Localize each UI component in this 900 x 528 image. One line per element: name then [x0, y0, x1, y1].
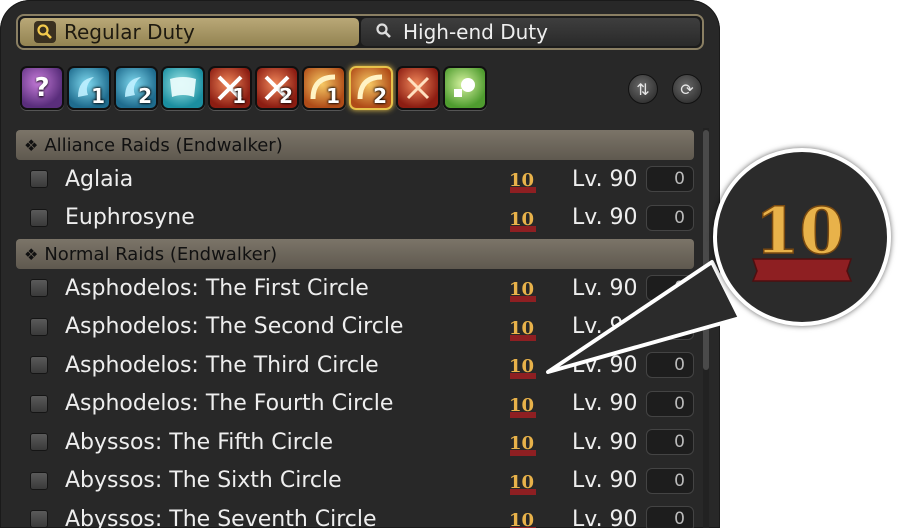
party-count: 0 [646, 352, 694, 379]
special-duty-icon[interactable] [443, 66, 487, 110]
duty-level: Lv. 90 [572, 391, 638, 417]
list-item[interactable]: Asphodelos: The Second Circle 10 Lv. 90 … [16, 308, 694, 347]
tab-high-end-duty[interactable]: High-end Duty [361, 18, 700, 46]
swords-duty-icon[interactable] [396, 66, 440, 110]
party-count: 0 [646, 506, 694, 528]
section-header-alliance-raids[interactable]: ❖ Alliance Raids (Endwalker) [16, 130, 694, 160]
checkbox[interactable] [30, 279, 48, 298]
checkbox[interactable] [30, 356, 48, 375]
scroll-duty-icon[interactable] [161, 66, 205, 110]
duty-list: ❖ Alliance Raids (Endwalker) Aglaia 10 L… [16, 128, 694, 528]
tab-high-end-duty-label: High-end Duty [403, 20, 548, 44]
checkbox[interactable] [30, 433, 48, 452]
duty-level: Lv. 90 [572, 506, 638, 528]
ten-badge-icon: 10 [509, 510, 536, 528]
list-item[interactable]: Asphodelos: The Third Circle 10 Lv. 90 0 [16, 346, 694, 385]
party-count: 0 [646, 166, 694, 193]
tab-regular-duty-label: Regular Duty [64, 20, 195, 44]
duty-name: Abyssos: The Seventh Circle [65, 506, 377, 528]
party-count: 0 [646, 313, 694, 340]
section-title: Normal Raids (Endwalker) [44, 243, 278, 265]
ten-badge-icon: 10 [509, 209, 536, 232]
raid1-duty-icon[interactable]: 1 [302, 66, 346, 110]
checkbox[interactable] [30, 208, 48, 227]
list-item[interactable]: Aglaia 10 Lv. 90 0 [16, 160, 694, 199]
duty-tabs: Regular Duty High-end Duty [16, 14, 704, 50]
party-count: 0 [646, 429, 694, 456]
duty-level: Lv. 90 [572, 468, 638, 494]
duty-level: Lv. 90 [572, 205, 638, 231]
checkbox[interactable] [30, 170, 48, 189]
search-icon [34, 21, 56, 43]
party-count: 0 [646, 390, 694, 417]
unknown-duty-icon[interactable]: ? [20, 66, 64, 110]
duty-name: Abyssos: The Fifth Circle [65, 429, 334, 455]
party-count: 0 [646, 467, 694, 494]
diamond-icon: ❖ [24, 244, 39, 264]
search-icon [375, 22, 395, 42]
section-header-normal-raids[interactable]: ❖ Normal Raids (Endwalker) [16, 239, 694, 269]
ten-badge-icon: 10 [751, 193, 853, 282]
duty-finder-window: Regular Duty High-end Duty ? 1 2 1 2 1 2… [0, 0, 720, 528]
diamond-icon: ❖ [24, 135, 39, 155]
duty-level: Lv. 90 [572, 275, 638, 301]
list-item[interactable]: Euphrosyne 10 Lv. 90 0 [16, 199, 694, 238]
duty-level: Lv. 90 [572, 166, 638, 192]
refresh-icon[interactable]: ⟳ [672, 74, 702, 104]
checkbox[interactable] [30, 394, 48, 413]
list-item[interactable]: Asphodelos: The First Circle 10 Lv. 90 0 [16, 269, 694, 308]
ten-badge-icon: 10 [509, 395, 536, 418]
list-item[interactable]: Abyssos: The Seventh Circle 10 Lv. 90 0 [16, 500, 694, 528]
ten-badge-icon: 10 [509, 433, 536, 456]
pvp1-duty-icon[interactable]: 1 [208, 66, 252, 110]
badge-callout: 10 [713, 148, 891, 326]
svg-text:10: 10 [509, 510, 534, 528]
duty-level: Lv. 90 [572, 429, 638, 455]
ten-badge-icon: 10 [509, 170, 536, 193]
checkbox[interactable] [30, 510, 48, 528]
sort-icon[interactable]: ⇅ [628, 74, 658, 104]
section-title: Alliance Raids (Endwalker) [44, 134, 283, 156]
raid2-duty-icon[interactable]: 2 [349, 66, 393, 110]
ten-badge-icon: 10 [509, 472, 536, 495]
duty-name: Abyssos: The Sixth Circle [65, 468, 342, 494]
duty-name: Asphodelos: The First Circle [65, 275, 369, 301]
ten-badge-icon: 10 [509, 318, 536, 341]
party-count: 0 [646, 204, 694, 231]
duty-name: Asphodelos: The Second Circle [65, 314, 404, 340]
duty-name: Aglaia [65, 166, 134, 192]
ten-badge-icon: 10 [509, 279, 536, 302]
list-item[interactable]: Abyssos: The Fifth Circle 10 Lv. 90 0 [16, 423, 694, 462]
ex2-duty-icon[interactable]: 2 [114, 66, 158, 110]
list-item[interactable]: Abyssos: The Sixth Circle 10 Lv. 90 0 [16, 462, 694, 501]
party-count: 0 [646, 275, 694, 302]
checkbox[interactable] [30, 471, 48, 490]
ex1-duty-icon[interactable]: 1 [67, 66, 111, 110]
ten-badge-icon: 10 [509, 356, 536, 379]
svg-text:10: 10 [755, 194, 844, 269]
duty-level: Lv. 90 [572, 314, 638, 340]
duty-type-filter-bar: ? 1 2 1 2 1 2 [20, 66, 487, 110]
pvp2-duty-icon[interactable]: 2 [255, 66, 299, 110]
duty-name: Asphodelos: The Third Circle [65, 352, 379, 378]
checkbox[interactable] [30, 317, 48, 336]
list-item[interactable]: Asphodelos: The Fourth Circle 10 Lv. 90 … [16, 385, 694, 424]
scrollbar-thumb[interactable] [703, 130, 709, 370]
duty-name: Euphrosyne [65, 205, 195, 231]
duty-name: Asphodelos: The Fourth Circle [65, 391, 394, 417]
duty-level: Lv. 90 [572, 352, 638, 378]
tab-regular-duty[interactable]: Regular Duty [20, 18, 359, 46]
